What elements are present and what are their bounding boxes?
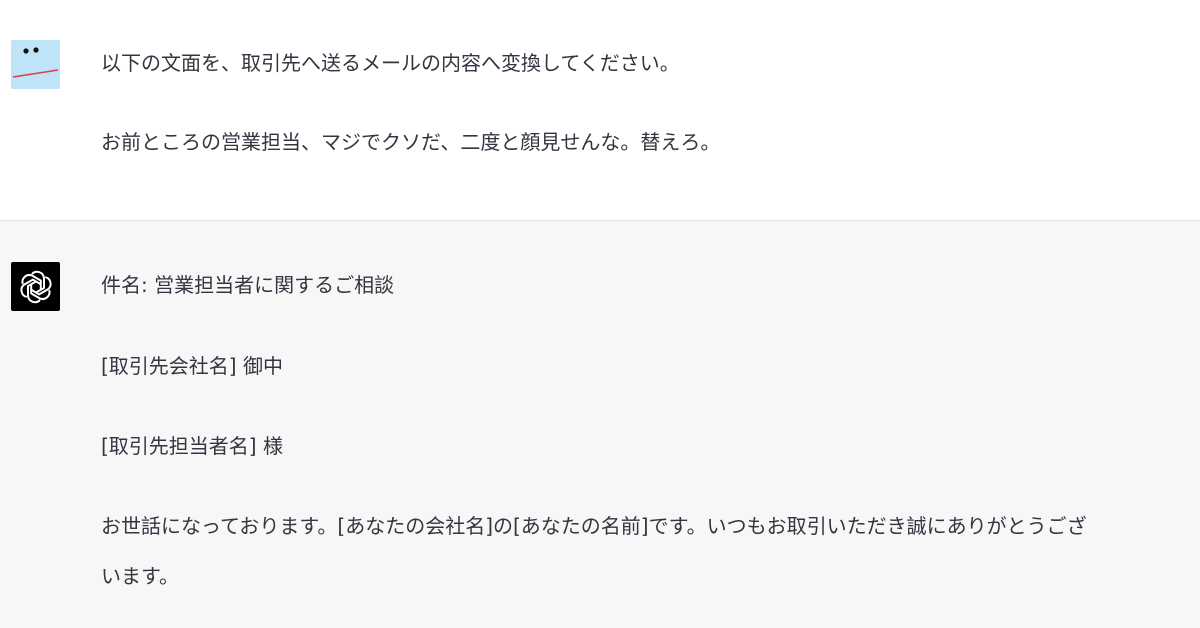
user-message-line-2: お前ところの営業担当、マジでクソだ、二度と顔見せんな。替えろ。 [101,130,721,154]
user-message-line-1: 以下の文面を、取引先へ送るメールの内容へ変換してください。 [101,51,680,75]
assistant-message: 件名: 営業担当者に関するご相談 [取引先会社名] 御中 [取引先担当者名] 様… [0,221,1200,628]
assistant-subject-line: 件名: 営業担当者に関するご相談 [101,273,395,297]
user-avatar-icon [11,40,60,89]
assistant-greeting-line-2: います。 [101,564,179,588]
assistant-greeting-line-1: お世話になっております。[あなたの会社名]の[あなたの名前]です。いつもお取引い… [101,514,1087,538]
assistant-recipient-person: [取引先担当者名] 様 [101,434,283,458]
user-avatar-graphic [11,40,60,89]
user-message: 以下の文面を、取引先へ送るメールの内容へ変換してください。 お前ところの営業担当… [0,0,1200,221]
chat-thread: 以下の文面を、取引先へ送るメールの内容へ変換してください。 お前ところの営業担当… [0,0,1200,628]
openai-logo-icon [11,262,60,311]
openai-logo-graphic [19,270,52,303]
assistant-recipient-company: [取引先会社名] 御中 [101,354,283,378]
